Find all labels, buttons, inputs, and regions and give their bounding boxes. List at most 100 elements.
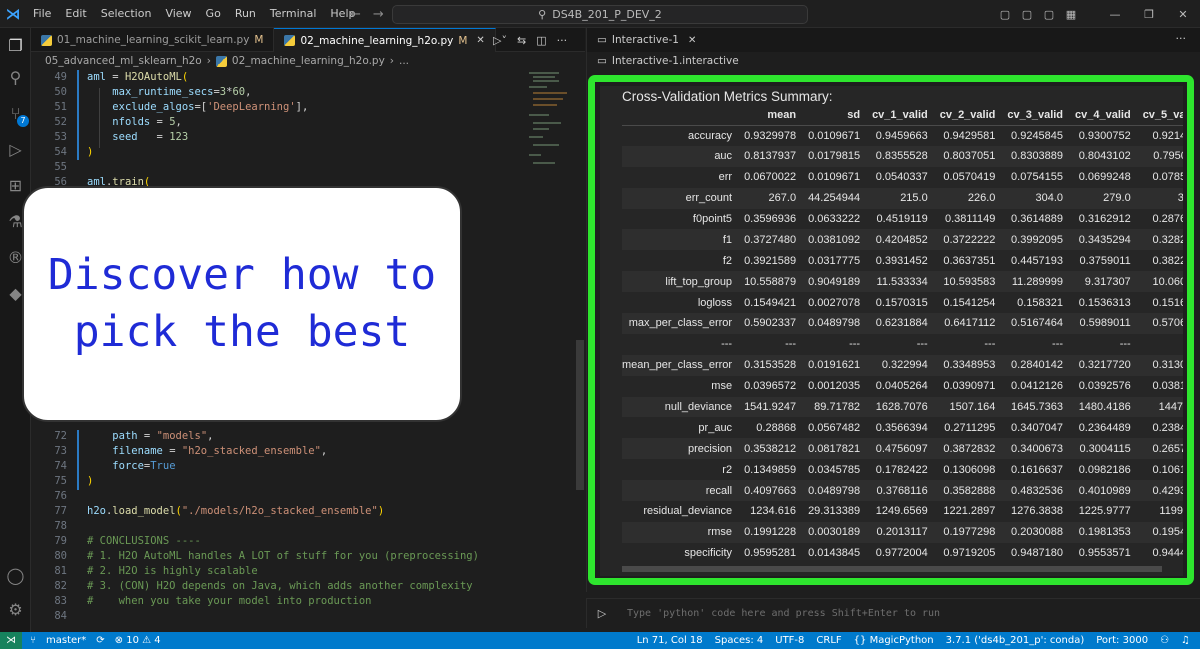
language-mode[interactable]: {} MagicPython [854,635,934,646]
breadcrumb-folder[interactable]: 05_advanced_ml_sklearn_h2o [45,55,202,67]
command-center-search[interactable]: ⚲ DS4B_201_P_DEV_2 [392,5,808,24]
metric-name: null_deviance [622,396,733,418]
table-row: f1 0.3727480 0.0381092 0.4204852 0.3722222 0.… [622,229,1183,251]
editor-scrollbar[interactable] [576,340,584,490]
tab-scikit-learn[interactable]: 01_machine_learning_scikit_learn.py M [31,28,275,52]
python-file-icon [41,34,52,46]
metric-value: 0.3722222 [927,229,996,251]
output-horizontal-scrollbar[interactable] [622,566,1162,572]
metric-value: 0.0179815 [796,145,861,167]
metric-value: 0.9245845 [1011,129,1064,142]
metric-value: 0.0109671 [808,129,861,142]
metric-value: 1541.9247 [732,396,797,418]
close-window-icon[interactable]: ✕ [1166,8,1200,21]
problems-count[interactable]: ⊗ 10 ⚠ 4 [115,635,161,646]
forward-arrow-icon[interactable]: → [373,7,384,22]
metric-value: 0.1549421 [744,296,797,309]
metric-value: 0.0390971 [943,380,996,393]
line-ending[interactable]: CRLF [816,635,841,646]
toggle-sidebar-icon[interactable]: ▢ [997,8,1013,21]
more-actions-icon[interactable]: ··· [1176,28,1187,52]
menu-terminal[interactable]: Terminal [263,0,324,28]
encoding[interactable]: UTF-8 [775,635,804,646]
metric-name: f2 [722,254,733,267]
code-line: 82 # 3. (CON) H2O depends on Java, which … [54,580,473,592]
table-row: logloss 0.1549421 0.0027078 0.1570315 0.1541… [622,292,1183,313]
explorer-icon[interactable]: ❐ [4,34,27,57]
metric-value: 0.4756097 [860,438,928,460]
toggle-panel-icon[interactable]: ▢ [1019,8,1035,21]
back-arrow-icon[interactable]: ← [350,7,361,22]
table-row: accuracy 0.9329978 0.0109671 0.9459663 0.942… [622,125,1183,146]
run-cell-icon[interactable]: ▷ [587,607,617,620]
menu-view[interactable]: View [158,0,198,28]
compare-changes-icon[interactable]: ⇆ [517,34,526,47]
accounts-icon[interactable]: ⚇ [1160,635,1169,646]
metric-value: 89.71782 [796,396,861,418]
minimize-icon[interactable]: — [1098,8,1132,21]
source-control-icon[interactable]: ⑂ 7 [4,102,29,127]
table-header-row: mean sd cv_1_valid cv_2_valid cv_3_valid cv_4… [622,106,1183,126]
table-header-cell [622,106,733,126]
search-icon[interactable]: ⚲ [4,66,27,89]
restore-icon[interactable]: ❐ [1132,8,1166,21]
metric-name: max_per_class_error [622,313,733,334]
git-branch[interactable]: master* [46,635,86,646]
metric-value: 44.254944 [796,187,861,209]
breadcrumb-file[interactable]: 02_machine_learning_h2o.py [232,55,385,67]
table-row: pr_auc 0.28868 0.0567482 0.3566394 0.2711295… [622,417,1183,438]
run-file-icon[interactable]: ▷˅ [493,34,507,47]
metric-value: 0.0396572 [744,380,797,393]
code-line: 80 # 1. H2O AutoML handles A LOT of stuff… [54,550,479,562]
callout-overlay: Discover how to pick the best [22,186,462,422]
metric-value: 9.317307 [1063,271,1131,293]
metric-value: 0.6417112 [927,313,996,334]
close-icon[interactable]: ✕ [688,35,696,46]
indentation[interactable]: Spaces: 4 [715,635,764,646]
remote-icon[interactable]: ⋊ [0,632,22,649]
interactive-tab-bar: ▭ Interactive-1 ✕ [586,28,1200,52]
metric-value: 0.0670022 [744,171,797,184]
sync-icon[interactable]: ⟳ [96,635,104,646]
breadcrumb-symbol[interactable]: ... [399,55,409,67]
metric-value: 11.533334 [860,271,928,293]
account-icon[interactable]: ◯ [4,564,27,587]
toggle-secondary-sidebar-icon[interactable]: ▢ [1041,8,1057,21]
metric-value: 0.1616637 [1011,463,1064,476]
split-editor-icon[interactable]: ◫ [536,34,546,47]
metric-value: 0.2364489 [1078,421,1131,434]
metric-value: 311. [1130,187,1183,209]
customize-layout-icon[interactable]: ▦ [1063,8,1079,21]
python-code-input[interactable] [627,608,1167,619]
metric-value: 0.2711295 [944,421,996,434]
run-debug-icon[interactable]: ▷ [4,138,27,161]
minimap[interactable] [529,70,575,190]
close-icon[interactable]: ✕ [476,35,484,46]
python-interpreter[interactable]: 3.7.1 ('ds4b_201_p': conda) [946,635,1085,646]
metric-value: 0.0982186 [1078,463,1131,476]
metric-name: accuracy [688,129,733,142]
breadcrumb-file[interactable]: Interactive-1.interactive [612,55,739,67]
code-line: 75) [54,475,94,487]
menu-edit[interactable]: Edit [58,0,93,28]
metric-value: 0.0489798 [796,313,861,334]
menu-selection[interactable]: Selection [94,0,159,28]
settings-gear-icon[interactable]: ⚙ [4,598,27,621]
menu-run[interactable]: Run [228,0,263,28]
metric-value: 0.0405264 [875,380,928,393]
menu-file[interactable]: File [26,0,58,28]
more-actions-icon[interactable]: ··· [557,34,568,47]
metric-value: 0.0317775 [808,254,861,267]
tab-label: 01_machine_learning_scikit_learn.py [57,34,250,46]
table-header-cell: cv_4_valid [1063,106,1131,126]
live-server-port[interactable]: Port: 3000 [1096,635,1148,646]
cursor-position[interactable]: Ln 71, Col 18 [637,635,703,646]
extensions-icon[interactable]: ⊞ [4,174,27,197]
notifications-bell-icon[interactable]: ♫ [1181,635,1190,646]
vscode-logo-icon: ⋊ [5,4,21,23]
menu-go[interactable]: Go [199,0,228,28]
tab-h2o[interactable]: 02_machine_learning_h2o.py M ✕ [274,28,496,52]
metric-value: 0.151601 [1152,296,1183,309]
tab-interactive[interactable]: ▭ Interactive-1 ✕ [587,28,706,52]
metric-value: 0.195428 [1130,521,1183,543]
